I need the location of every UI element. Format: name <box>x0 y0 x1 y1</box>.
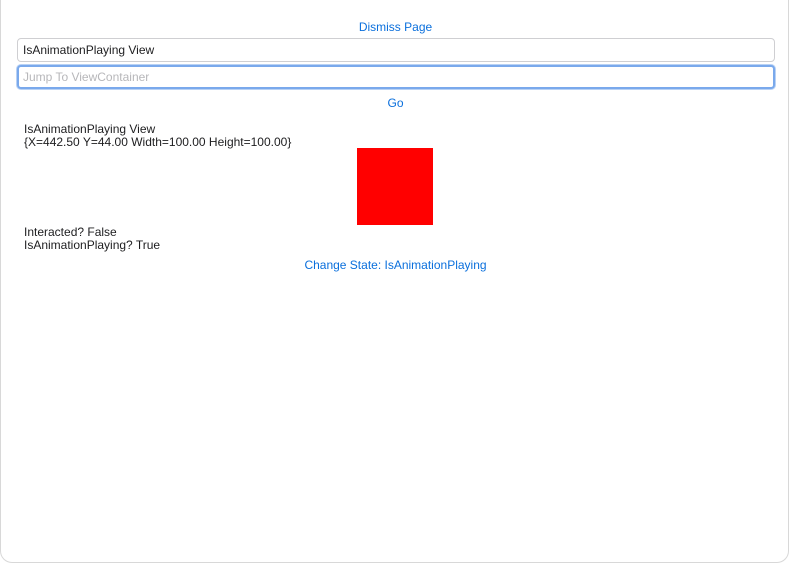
change-state-button[interactable]: Change State: IsAnimationPlaying <box>1 258 789 272</box>
interacted-status: Interacted? False <box>24 225 117 239</box>
jump-to-viewcontainer-input[interactable] <box>17 65 775 89</box>
dismiss-page-button[interactable]: Dismiss Page <box>1 20 789 34</box>
animated-red-box[interactable] <box>357 148 433 225</box>
view-name-label: IsAnimationPlaying View <box>24 122 156 136</box>
view-bounds-label: {X=442.50 Y=44.00 Width=100.00 Height=10… <box>24 135 292 149</box>
animation-playing-status: IsAnimationPlaying? True <box>24 238 161 252</box>
go-button[interactable]: Go <box>1 96 789 110</box>
view-title-field: IsAnimationPlaying View <box>17 38 775 62</box>
page: Dismiss Page IsAnimationPlaying View Go … <box>0 0 789 563</box>
